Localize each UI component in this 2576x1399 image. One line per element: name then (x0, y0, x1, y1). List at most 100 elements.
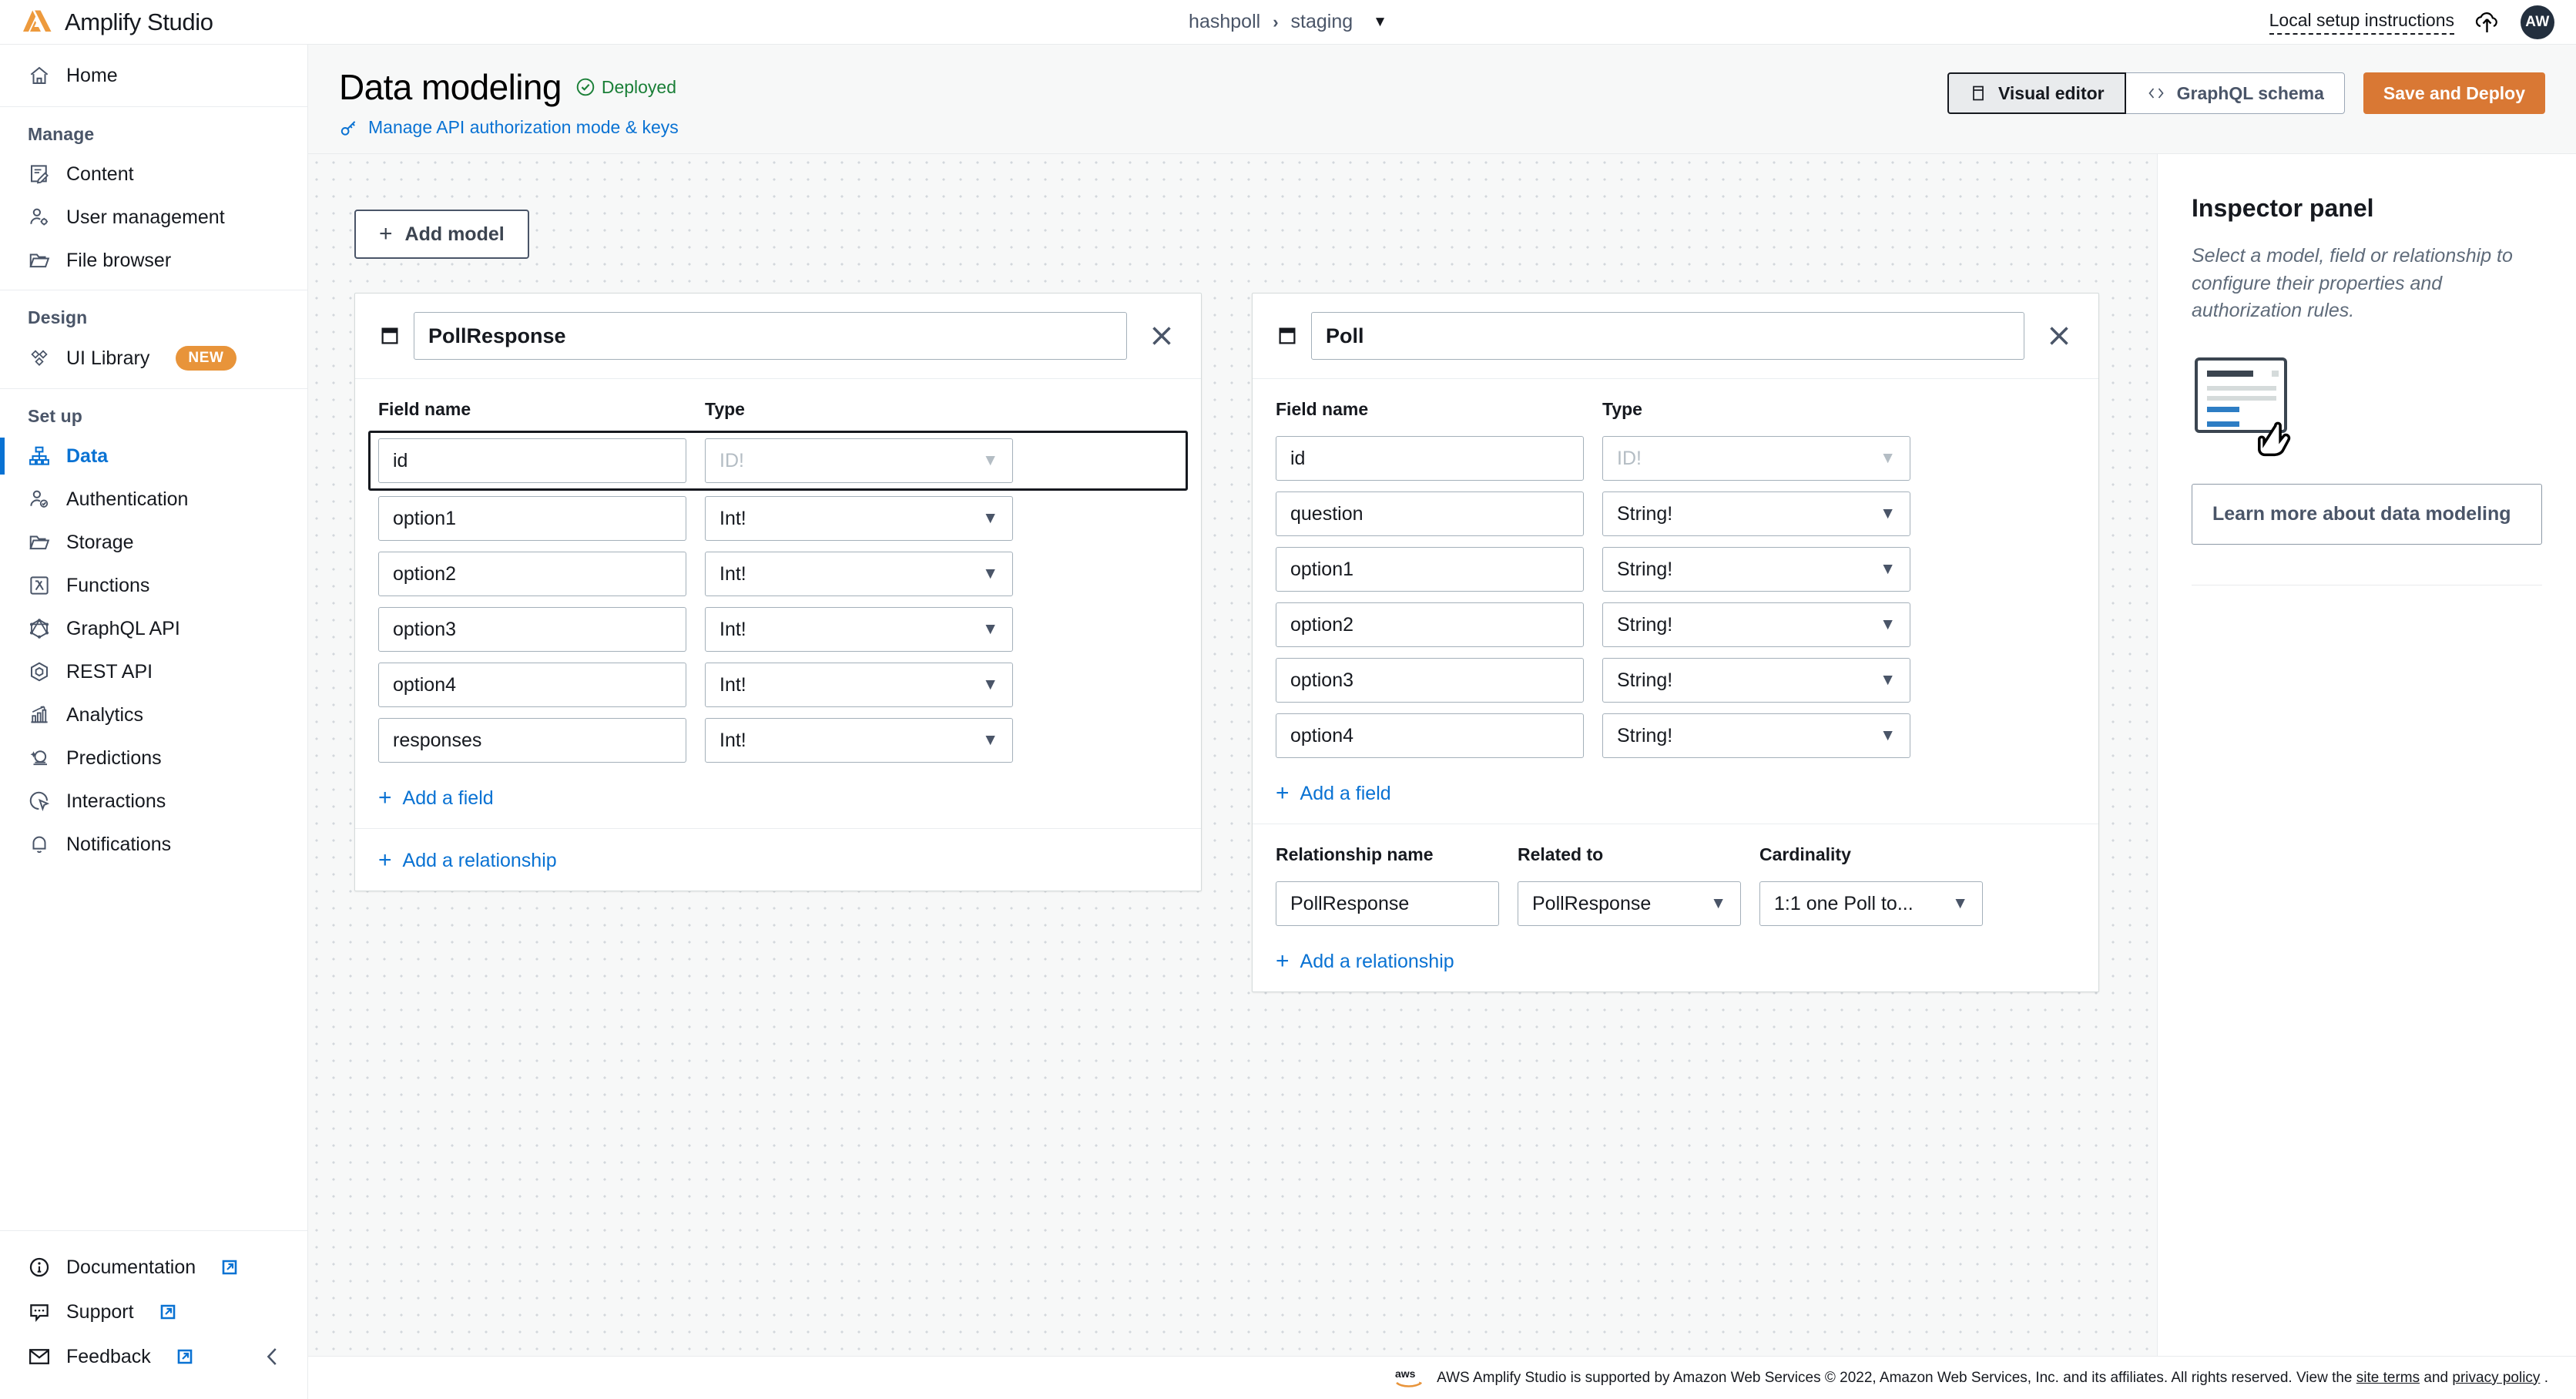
field-name-input[interactable] (1276, 436, 1584, 481)
add-field-button[interactable]: + Add a field (1276, 782, 2075, 805)
add-relationship-button[interactable]: + Add a relationship (378, 849, 1178, 872)
model-card-poll[interactable]: Field name Type ID! ▼ (1252, 293, 2099, 992)
sidebar-item-storage[interactable]: Storage (0, 521, 307, 564)
sidebar-item-label: Documentation (66, 1256, 196, 1278)
model-name-input[interactable] (1311, 312, 2024, 360)
relationship-name-input[interactable] (1276, 881, 1499, 926)
add-model-button[interactable]: + Add model (354, 210, 529, 259)
sidebar-item-content[interactable]: Content (0, 153, 307, 196)
local-setup-instructions-link[interactable]: Local setup instructions (2269, 10, 2454, 35)
field-row[interactable]: Int! ▼ (378, 491, 1178, 546)
breadcrumb[interactable]: hashpoll › staging ▼ (1189, 11, 1387, 33)
collapse-sidebar-icon[interactable] (261, 1345, 284, 1368)
field-type-select[interactable]: String! ▼ (1602, 658, 1910, 703)
field-name-input[interactable] (378, 552, 686, 596)
field-name-input[interactable] (1276, 547, 1584, 592)
field-type-select[interactable]: String! ▼ (1602, 547, 1910, 592)
sidebar-item-analytics[interactable]: Analytics (0, 693, 307, 736)
field-name-input[interactable] (1276, 658, 1584, 703)
field-row[interactable]: ID! ▼ (368, 431, 1188, 491)
mail-icon (29, 1349, 49, 1364)
sidebar-item-support[interactable]: Support (0, 1290, 307, 1334)
field-row[interactable]: Int! ▼ (378, 657, 1178, 713)
breadcrumb-env[interactable]: staging (1291, 11, 1353, 33)
page-footer: aws AWS Amplify Studio is supported by A… (308, 1356, 2576, 1399)
sidebar-item-predictions[interactable]: Predictions (0, 736, 307, 780)
tab-graphql-schema[interactable]: GraphQL schema (2125, 72, 2345, 114)
field-name-input[interactable] (1276, 602, 1584, 647)
sidebar-item-feedback[interactable]: Feedback (0, 1334, 307, 1379)
sidebar-item-label: User management (66, 206, 225, 228)
add-model-label: Add model (404, 223, 505, 245)
field-type-select[interactable]: String! ▼ (1602, 713, 1910, 758)
chevron-down-icon[interactable]: ▼ (1373, 14, 1387, 31)
field-name-input[interactable] (378, 718, 686, 763)
field-row[interactable]: Int! ▼ (378, 602, 1178, 657)
model-card-pollresponse[interactable]: Field name Type ID! ▼ (354, 293, 1202, 891)
sidebar-item-user-management[interactable]: User management (0, 196, 307, 239)
field-type-select[interactable]: Int! ▼ (705, 663, 1013, 707)
chevron-down-icon: ▼ (982, 676, 998, 693)
close-icon[interactable] (2043, 320, 2075, 352)
field-name-input[interactable] (1276, 713, 1584, 758)
learn-more-data-modeling-button[interactable]: Learn more about data modeling (2192, 483, 2542, 545)
field-name-input[interactable] (378, 496, 686, 541)
field-type-select[interactable]: String! ▼ (1602, 491, 1910, 536)
add-relationship-button[interactable]: + Add a relationship (1276, 950, 2075, 973)
site-terms-link[interactable]: site terms (2356, 1370, 2420, 1386)
field-row[interactable]: Int! ▼ (378, 713, 1178, 768)
add-field-button[interactable]: + Add a field (378, 787, 1178, 810)
field-type-select[interactable]: Int! ▼ (705, 718, 1013, 763)
app-body: Home Manage Content User management File… (0, 45, 2576, 1399)
sidebar-item-interactions[interactable]: Interactions (0, 780, 307, 823)
field-row[interactable]: String! ▼ (1276, 653, 2075, 708)
sidebar-item-notifications[interactable]: Notifications (0, 823, 307, 866)
field-name-input[interactable] (378, 438, 686, 483)
field-row[interactable]: String! ▼ (1276, 708, 2075, 763)
model-icon (381, 327, 398, 344)
cloud-upload-icon[interactable] (2473, 10, 2502, 35)
related-to-select[interactable]: PollResponse ▼ (1518, 881, 1741, 926)
sidebar-item-ui-library[interactable]: UI Library NEW (0, 336, 307, 381)
close-icon[interactable] (1145, 320, 1178, 352)
sidebar-item-documentation[interactable]: Documentation (0, 1245, 307, 1290)
tab-visual-editor[interactable]: Visual editor (1947, 72, 2126, 114)
sidebar-item-home[interactable]: Home (0, 54, 307, 97)
sidebar-item-file-browser[interactable]: File browser (0, 239, 307, 282)
field-type-select[interactable]: String! ▼ (1602, 602, 1910, 647)
page-header: Data modeling Deployed Manage API author… (308, 45, 2576, 154)
field-row[interactable]: String! ▼ (1276, 542, 2075, 597)
manage-api-auth-link[interactable]: Manage API authorization mode & keys (339, 117, 679, 138)
field-row[interactable]: String! ▼ (1276, 597, 2075, 653)
brand[interactable]: Amplify Studio (0, 8, 213, 36)
analytics-icon (31, 706, 48, 723)
avatar[interactable]: AW (2521, 5, 2554, 39)
panel-icon (1973, 86, 1984, 101)
sidebar-item-rest-api[interactable]: REST API (0, 650, 307, 693)
sidebar-item-data[interactable]: Data (0, 434, 307, 478)
sidebar-item-functions[interactable]: Functions (0, 564, 307, 607)
home-icon (30, 66, 49, 84)
relationship-row[interactable]: PollResponse ▼ 1:1 one Poll to... ▼ (1276, 876, 2075, 931)
field-type-select[interactable]: Int! ▼ (705, 552, 1013, 596)
field-name-input[interactable] (378, 663, 686, 707)
model-canvas[interactable]: + Add model PollResponse Field name Type… (308, 154, 2157, 1356)
external-link-icon (222, 1260, 237, 1275)
field-row[interactable]: Int! ▼ (378, 546, 1178, 602)
sidebar-item-authentication[interactable]: Authentication (0, 478, 307, 521)
field-row[interactable]: ID! ▼ (1276, 431, 2075, 486)
field-row[interactable]: String! ▼ (1276, 486, 2075, 542)
sidebar-item-graphql-api[interactable]: GraphQL API (0, 607, 307, 650)
model-name-input[interactable] (414, 312, 1127, 360)
field-type-select[interactable]: Int! ▼ (705, 496, 1013, 541)
privacy-policy-link[interactable]: privacy policy (2452, 1370, 2540, 1386)
field-name-input[interactable] (378, 607, 686, 652)
field-type-select[interactable]: Int! ▼ (705, 607, 1013, 652)
relationship-column-headers: Relationship name Related to Cardinality (1276, 844, 2075, 876)
cardinality-select[interactable]: 1:1 one Poll to... ▼ (1759, 881, 1983, 926)
save-and-deploy-button[interactable]: Save and Deploy (2363, 72, 2545, 114)
key-icon (340, 120, 356, 136)
cardinality-value: 1:1 one Poll to... (1774, 892, 1914, 914)
breadcrumb-app[interactable]: hashpoll (1189, 11, 1260, 33)
field-name-input[interactable] (1276, 491, 1584, 536)
